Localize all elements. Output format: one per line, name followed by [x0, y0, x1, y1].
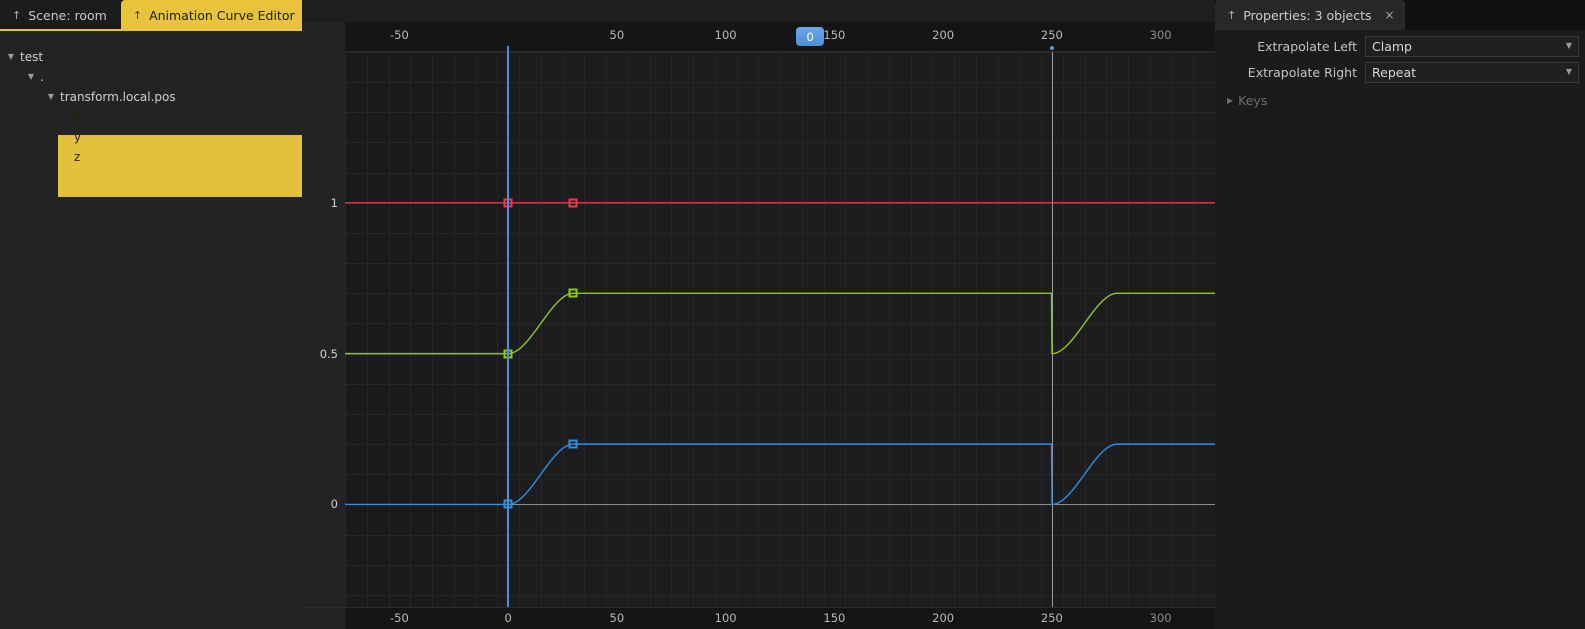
ruler-tick: 150	[823, 611, 846, 625]
tab-label: Scene: room	[28, 7, 107, 23]
ruler-tick: 250	[1040, 28, 1063, 42]
extrapolate-right-value: Repeat	[1372, 64, 1417, 80]
tree-item-label: z	[74, 150, 81, 164]
tree-item-label: x	[74, 110, 82, 124]
tree-item-channel-y[interactable]: y	[0, 127, 302, 147]
keyframe-marker-x[interactable]	[568, 198, 578, 208]
ruler-corner-pad	[302, 22, 345, 52]
ruler-tick: 0	[504, 611, 512, 625]
animation-tree: ▼ test ▼ . ▼ transform.local.pos x y z	[0, 31, 302, 167]
chevron-down-icon[interactable]: ▼	[46, 93, 56, 101]
chevron-down-icon[interactable]: ▼	[6, 53, 16, 61]
property-row-extrapolate-right: Extrapolate Right Repeat ▼	[1215, 61, 1579, 83]
ruler-tick: 200	[932, 611, 955, 625]
chevron-down-icon[interactable]: ▼	[26, 73, 36, 81]
value-axis: 1 0.5 0	[302, 52, 345, 607]
animation-curves	[345, 202, 1215, 506]
animation-tree-sidebar: ▼ test ▼ . ▼ transform.local.pos x y z	[0, 31, 302, 629]
extrapolate-left-value: Clamp	[1372, 38, 1412, 54]
tree-item-transform-local-pos[interactable]: ▼ transform.local.pos	[0, 87, 302, 107]
chevron-right-icon[interactable]: ▶	[1227, 96, 1233, 105]
tab-animation-curve-editor[interactable]: ↑ Animation Curve Editor ×	[120, 0, 332, 30]
properties-body: Extrapolate Left Clamp ▼ Extrapolate Rig…	[1215, 31, 1585, 629]
tree-item-channel-x[interactable]: x	[0, 107, 302, 127]
keys-section-label: Keys	[1238, 93, 1268, 108]
properties-tab-label: Properties: 3 objects	[1243, 7, 1372, 23]
curve-z	[345, 443, 1215, 506]
extrapolate-left-select[interactable]: Clamp ▼	[1365, 35, 1579, 57]
pin-icon: ↑	[12, 8, 22, 22]
playhead-handle[interactable]: 0	[796, 27, 825, 46]
tree-item-test[interactable]: ▼ test	[0, 47, 302, 67]
tree-item-label: y	[74, 130, 82, 144]
curve-plot-area[interactable]	[345, 52, 1215, 607]
properties-panel: ↑ Properties: 3 objects × Extrapolate Le…	[1215, 0, 1585, 629]
extrapolate-right-select[interactable]: Repeat ▼	[1365, 61, 1579, 83]
value-axis-tick-label: 0	[330, 497, 338, 512]
tree-item-channel-z[interactable]: z	[0, 147, 302, 167]
keys-section-header[interactable]: ▶ Keys	[1215, 87, 1585, 108]
value-axis-tick-label: 1	[330, 195, 338, 210]
timeline-ruler-top[interactable]: -50 0 50 100 150 200 250 300	[302, 22, 1215, 52]
extrapolate-right-label: Extrapolate Right	[1247, 64, 1357, 80]
tree-item-label: .	[40, 70, 44, 84]
ruler-tick: 100	[714, 28, 737, 42]
curve-editor-graph: -50 0 50 100 150 200 250 300 10.50 0 -50 0 50 100 1…	[302, 0, 1215, 629]
tree-item-label: transform.local.pos	[60, 90, 176, 104]
ruler-tick: 200	[932, 28, 955, 42]
ruler-corner-pad-bottom	[302, 608, 345, 629]
tree-item-label: test	[20, 50, 44, 64]
tab-label: Animation Curve Editor	[149, 7, 295, 23]
timeline-ruler-bottom[interactable]: -50 0 50 100 150 200 250 300	[302, 607, 1215, 629]
ruler-tick: 50	[609, 28, 625, 42]
properties-tab-bar: ↑ Properties: 3 objects ×	[1215, 0, 1585, 30]
tree-item-dot[interactable]: ▼ .	[0, 67, 302, 87]
property-row-extrapolate-left: Extrapolate Left Clamp ▼	[1215, 35, 1579, 57]
pin-icon: ↑	[132, 8, 143, 22]
playhead-time-label: 0	[806, 29, 814, 44]
ruler-tick: 150	[823, 28, 846, 42]
pin-icon: ↑	[1227, 8, 1237, 22]
value-axis-tick-label: 0.5	[319, 346, 338, 361]
curve-y	[345, 292, 1215, 355]
ruler-tick: -50	[389, 28, 409, 42]
tab-properties[interactable]: ↑ Properties: 3 objects ×	[1215, 0, 1405, 30]
ruler-tick: 250	[1040, 611, 1063, 625]
ruler-tick: 100	[714, 611, 737, 625]
chevron-down-icon[interactable]: ▼	[1566, 42, 1572, 50]
keyframe-marker-z[interactable]	[568, 439, 578, 449]
playhead-ruler-stem	[507, 46, 510, 607]
close-icon[interactable]: ×	[1385, 8, 1395, 22]
ruler-tick: 50	[609, 611, 625, 625]
keyframe-marker-y[interactable]	[568, 288, 578, 298]
ruler-tick: 300	[1149, 28, 1172, 42]
chevron-down-icon[interactable]: ▼	[1566, 68, 1572, 76]
extrapolate-left-label: Extrapolate Left	[1257, 38, 1357, 54]
ruler-tick: 300	[1149, 611, 1172, 625]
time-marker-dot	[1049, 46, 1054, 50]
tab-scene-room[interactable]: ↑ Scene: room	[0, 0, 121, 30]
ruler-tick: -50	[389, 611, 409, 625]
